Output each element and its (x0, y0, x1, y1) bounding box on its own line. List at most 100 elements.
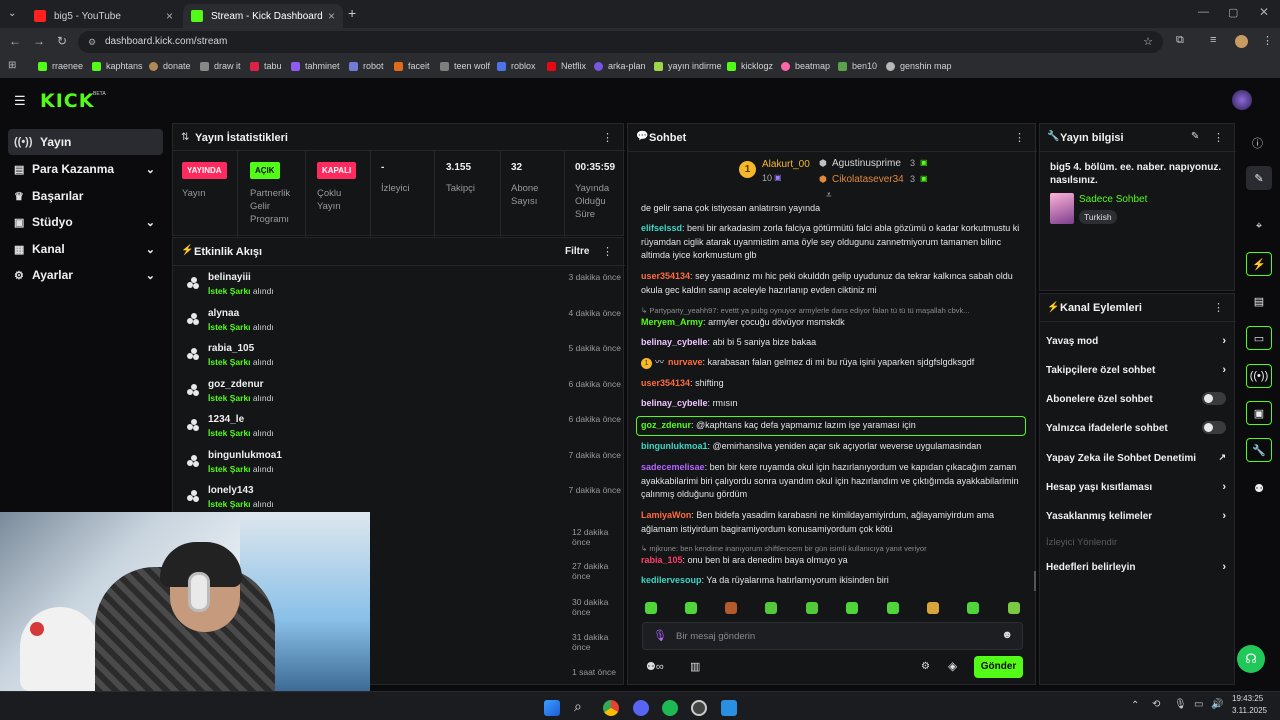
leader-name[interactable]: Alakurt_00 (762, 159, 810, 170)
window-close-icon[interactable]: ✕ (1259, 5, 1269, 19)
sidebar-item-kanal[interactable]: ▦ Kanal ⌄ (8, 236, 163, 262)
channel-action-item[interactable]: Hedefleri belirleyin › (1046, 561, 1226, 573)
chat-message[interactable]: Meryem_Army: armyler çocuğu dövüyor msms… (641, 316, 1026, 330)
chat-message[interactable]: belinay_cybelle: abi bi 5 saniya bize ba… (641, 336, 1026, 350)
chat-message[interactable]: sadecemelisae: ben bir kere ruyamda okul… (641, 461, 1026, 502)
tab-youtube[interactable]: big5 - YouTube × (26, 4, 181, 28)
quick-actions-button[interactable]: ⚡ (1246, 252, 1272, 276)
chat-message[interactable]: kedilervesoup: Ya da rüyalarıma hatırlam… (641, 574, 1026, 588)
info-icon[interactable]: ⓘ (1252, 135, 1263, 151)
emote-icon[interactable] (887, 602, 899, 614)
channel-action-item[interactable]: Hesap yaşı kısıtlaması › (1046, 481, 1226, 493)
kebab-menu-icon[interactable]: ⋮ (1213, 131, 1224, 144)
event-row[interactable]: bingunlukmoa1 İstek Şarkı alındı 7 dakika … (181, 448, 621, 484)
bookmark[interactable]: arka-plan (594, 61, 646, 71)
chat-toggle-button[interactable]: ▭ (1246, 326, 1272, 350)
emote-icon[interactable] (806, 602, 818, 614)
chat-message[interactable]: user354134: sey yasadınız mı hic peki ok… (641, 270, 1026, 297)
event-user[interactable]: belinayiii (208, 272, 251, 283)
maximize-icon[interactable]: ▢ (1228, 6, 1238, 19)
chat-username[interactable]: bingunlukmoa1 (641, 441, 708, 451)
emote-icon[interactable] (725, 602, 737, 614)
sidebar-item-para-kazanma[interactable]: ▤ Para Kazanma ⌄ (8, 156, 163, 182)
menu-icon[interactable]: ⋮ (1262, 34, 1273, 47)
emote-icon[interactable] (927, 602, 939, 614)
channel-action-item[interactable]: Abonelere özel sohbet (1046, 392, 1226, 405)
chat-username[interactable]: rabia_105 (641, 555, 683, 565)
edit-layout-button[interactable]: ✎ (1246, 166, 1272, 190)
reload-icon[interactable]: ↻ (57, 34, 67, 48)
spotify-icon[interactable] (662, 700, 678, 716)
category-link[interactable]: Sadece Sohbet (1079, 194, 1147, 205)
profile-avatar[interactable] (1235, 35, 1248, 48)
bookmark[interactable]: robot (349, 61, 384, 71)
event-row[interactable]: rabia_105 İstek Şarkı alındı 5 dakika önce (181, 341, 621, 377)
chat-input[interactable]: 🎙 Bir mesaj gönderin ☻ (642, 622, 1023, 650)
send-button[interactable]: Gönder (974, 656, 1023, 678)
filter-button[interactable]: Filtre (565, 246, 589, 257)
mic-icon[interactable]: 🎙 (1174, 699, 1187, 710)
editor-icon[interactable] (721, 700, 737, 716)
emote-icon[interactable] (967, 602, 979, 614)
chat-message-continued[interactable]: de gelir sana çok istiyosan anlatırsın y… (641, 202, 1026, 216)
volume-icon[interactable]: 🔊 (1211, 699, 1223, 710)
monitor-icon[interactable]: ▭ (1194, 699, 1203, 710)
edit-icon[interactable]: ✎ (1191, 131, 1199, 142)
channel-action-item[interactable]: Yalnızca ifadelerle sohbet (1046, 421, 1226, 434)
search-icon[interactable]: ⌕ (574, 698, 582, 715)
kick-logo[interactable]: KICK (40, 90, 94, 112)
chat-username[interactable]: LamiyaWon (641, 510, 691, 520)
event-user[interactable]: 1234_le (208, 414, 244, 425)
chat-username[interactable]: belinay_cybelle (641, 337, 708, 347)
store-icon[interactable]: ▥ (690, 660, 700, 673)
apps-icon[interactable]: ⊞ (8, 60, 16, 71)
chat-username[interactable]: Meryem_Army (641, 317, 703, 327)
stats-button[interactable]: ▣ (1246, 401, 1272, 425)
notes-button[interactable]: ▤ (1246, 289, 1272, 313)
bookmark[interactable]: kicklogz (727, 61, 773, 71)
discord-icon[interactable] (633, 700, 649, 716)
star-icon[interactable]: ☆ (1143, 31, 1153, 53)
bookmark[interactable]: teen wolf (440, 61, 490, 71)
emote-icon[interactable] (846, 602, 858, 614)
address-bar[interactable]: ⚙ dashboard.kick.com/stream ☆ (78, 31, 1163, 53)
chat-message[interactable]: bingunlukmoa1: @emirhansilva yeniden aça… (641, 440, 1026, 454)
bookmark[interactable]: tabu (250, 61, 282, 71)
channel-action-item[interactable]: Yavaş mod › (1046, 335, 1226, 347)
mic-icon[interactable]: 🎙 (653, 629, 667, 642)
chat-message[interactable]: rabia_105: onu ben bi ara denedim baya o… (641, 554, 1026, 568)
chrome-icon[interactable] (603, 700, 619, 716)
emote-icon[interactable] (645, 602, 657, 614)
category-thumbnail[interactable] (1050, 193, 1074, 224)
sidebar-item-ayarlar[interactable]: ⚙ Ayarlar ⌄ (8, 262, 163, 288)
kebab-menu-icon[interactable]: ⋮ (602, 131, 613, 144)
chat-username[interactable]: kedilervesoup (641, 575, 702, 585)
event-row[interactable]: goz_zdenur İstek Şarkı alındı 6 dakika önc… (181, 377, 621, 413)
sidebar-item-yayin[interactable]: ((•)) Yayın (8, 129, 163, 155)
bookmark[interactable]: tahminet (291, 61, 340, 71)
kebab-menu-icon[interactable]: ⋮ (1213, 301, 1224, 314)
site-info-icon[interactable]: ⚙ (88, 31, 96, 53)
channel-action-item[interactable]: Takipçilere özel sohbet › (1046, 364, 1226, 376)
collapse-icon[interactable]: ⩡ (826, 190, 832, 201)
hamburger-icon[interactable]: ☰ (14, 93, 26, 109)
event-row[interactable]: alynaa İstek Şarkı alındı 4 dakika önce (181, 306, 621, 342)
sidebar-item-basarilar[interactable]: ♛ Başarılar (8, 183, 163, 209)
close-icon[interactable]: × (328, 9, 335, 23)
chevron-up-icon[interactable]: ⌃ (1131, 700, 1139, 711)
tab-kick-dashboard[interactable]: Stream - Kick Dashboard × (183, 4, 343, 28)
event-user[interactable]: alynaa (208, 308, 239, 319)
bookmark[interactable]: faceit (394, 61, 430, 71)
tools-button[interactable]: 🔧 (1246, 438, 1272, 462)
tab-list-icon[interactable]: ⌄ (8, 8, 16, 19)
bookmark[interactable]: roblox (497, 61, 536, 71)
toggle-switch[interactable] (1202, 421, 1226, 434)
emote-icon[interactable] (1008, 602, 1020, 614)
event-user[interactable]: bingunlukmoa1 (208, 450, 282, 461)
windows-start-icon[interactable] (544, 700, 560, 716)
forward-icon[interactable]: → (33, 34, 45, 48)
chat-username[interactable]: user354134 (641, 271, 690, 281)
bookmark[interactable]: draw it (200, 61, 241, 71)
target-button[interactable]: ⌖ (1246, 214, 1272, 238)
minimize-icon[interactable]: — (1198, 6, 1209, 18)
